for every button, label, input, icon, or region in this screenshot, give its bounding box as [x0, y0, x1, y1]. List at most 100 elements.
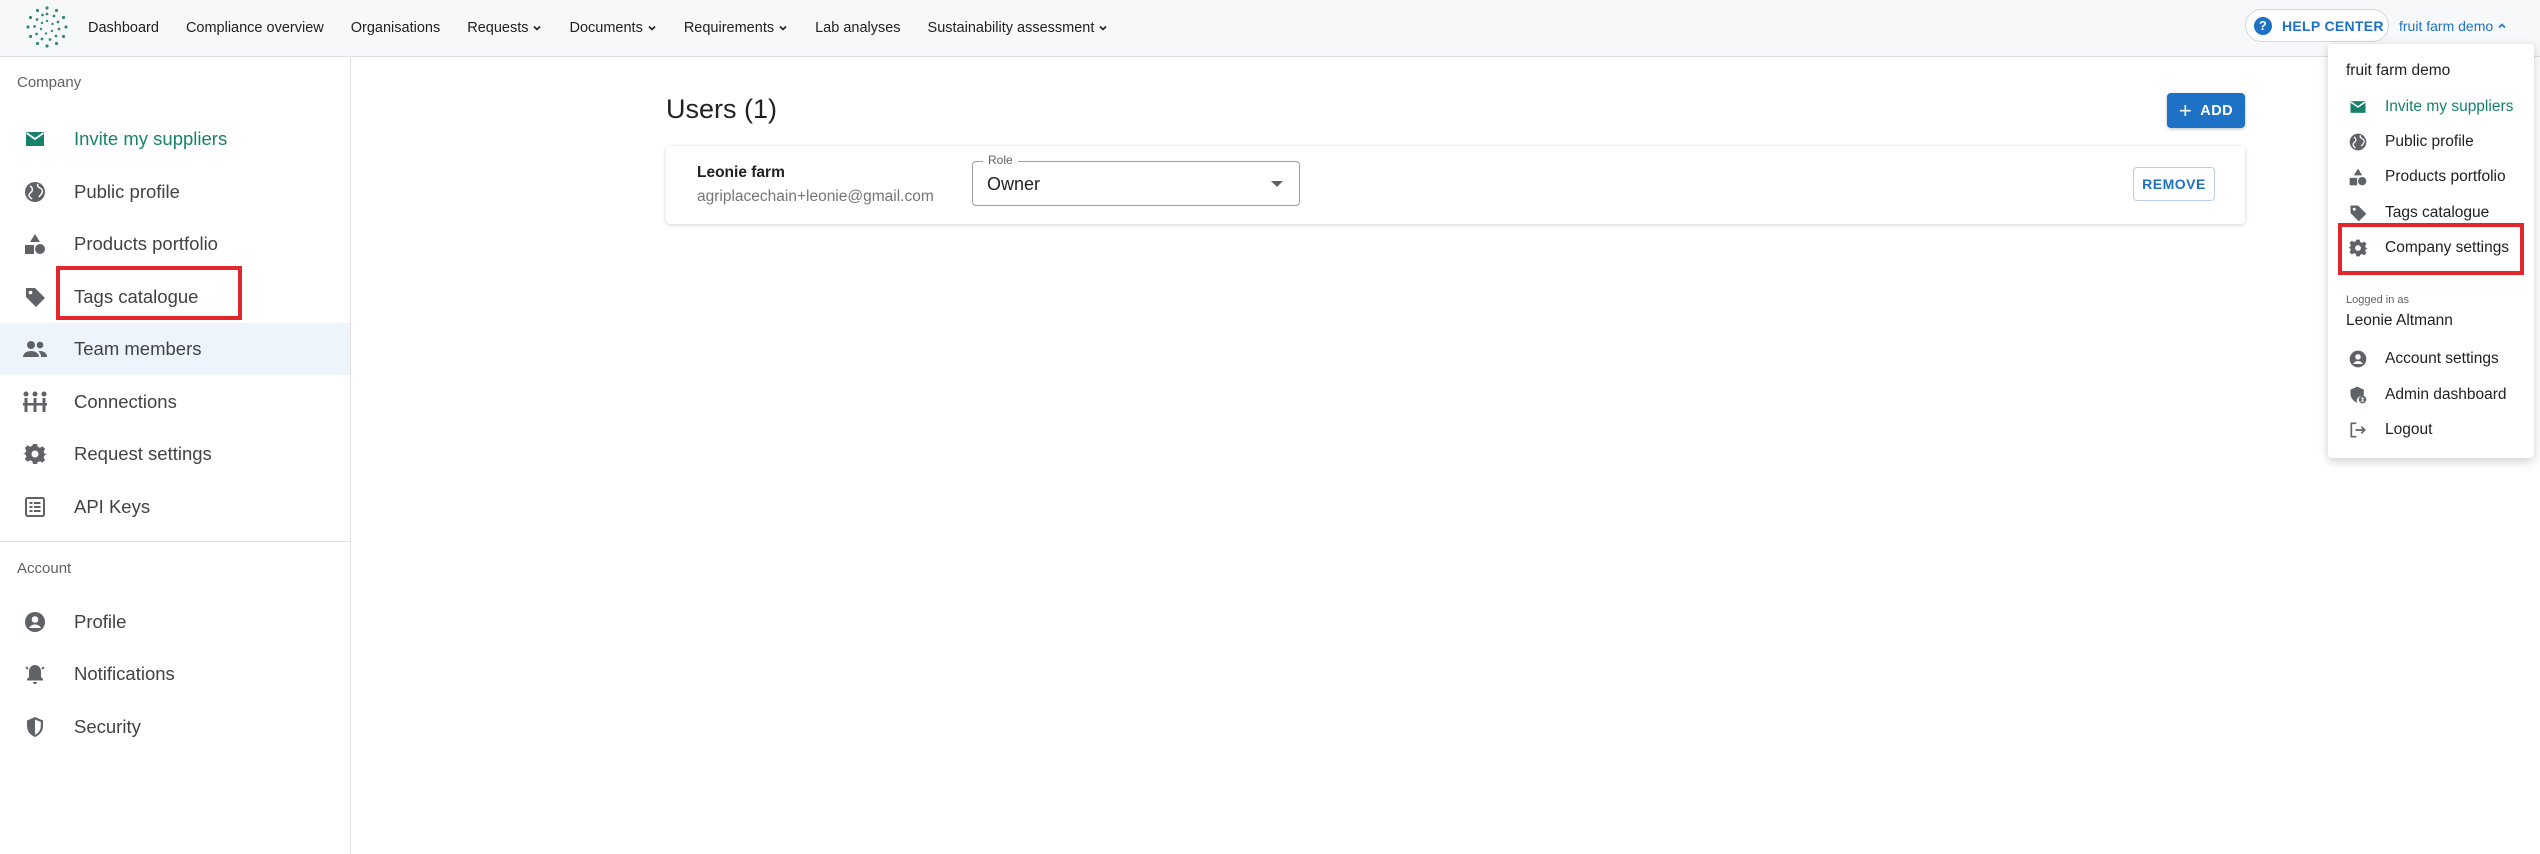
- help-center-label: HELP CENTER: [2282, 17, 2384, 34]
- account-circle-icon: [2347, 348, 2369, 370]
- sidebar-item-label: Security: [74, 716, 141, 737]
- caret-down-icon: [1271, 181, 1283, 187]
- role-select[interactable]: Role Owner: [972, 153, 1300, 206]
- sidebar-item-team-members[interactable]: Team members: [0, 323, 350, 375]
- chevron-down-icon: [779, 25, 787, 31]
- logged-in-as-label: Logged in as: [2346, 294, 2409, 306]
- sidebar-item-label: Products portfolio: [74, 233, 218, 254]
- account-menu-button[interactable]: fruit farm demo: [2399, 9, 2529, 42]
- main-nav: Dashboard Compliance overview Organisati…: [88, 0, 1135, 55]
- nav-dashboard[interactable]: Dashboard: [88, 20, 159, 36]
- nav-documents[interactable]: Documents: [569, 20, 656, 36]
- nav-lab-analyses[interactable]: Lab analyses: [815, 20, 900, 36]
- api-keys-icon: [22, 494, 48, 520]
- account-circle-icon: [22, 609, 48, 635]
- bell-icon: [22, 661, 48, 687]
- nav-label: Compliance overview: [185, 19, 324, 36]
- admin-icon: [2347, 384, 2369, 406]
- dropdown-company-name: fruit farm demo: [2346, 62, 2451, 79]
- nav-label: Dashboard: [88, 19, 159, 36]
- sidebar-item-security[interactable]: Security: [0, 701, 350, 753]
- dropdown-item-label: Invite my suppliers: [2385, 98, 2514, 115]
- sidebar-item-label: Profile: [74, 611, 127, 632]
- sidebar-item-label: API Keys: [74, 496, 151, 517]
- user-email: agriplacechain+leonie@gmail.com: [697, 188, 934, 205]
- sidebar-item-profile[interactable]: Profile: [0, 596, 350, 648]
- logged-in-username: Leonie Altmann: [2346, 312, 2453, 329]
- globe-icon: [2347, 131, 2369, 153]
- sidebar-item-label: Request settings: [74, 443, 212, 464]
- globe-icon: [22, 179, 48, 205]
- highlight-team-members: [56, 266, 242, 320]
- nav-requirements[interactable]: Requirements: [684, 20, 788, 36]
- sidebar-item-label: Team members: [74, 338, 202, 359]
- tag-icon: [2347, 202, 2369, 224]
- logout-icon: [2347, 419, 2369, 441]
- plus-icon: +: [2178, 97, 2193, 123]
- tag-icon: [22, 284, 48, 310]
- dropdown-item-account-settings[interactable]: Account settings: [2328, 342, 2534, 376]
- mail-icon: [22, 126, 48, 152]
- nav-label: Requests: [467, 19, 529, 36]
- highlight-company-settings: [2338, 223, 2524, 275]
- dropdown-item-label: Products portfolio: [2385, 168, 2506, 185]
- sidebar-item-products-portfolio[interactable]: Products portfolio: [0, 218, 350, 270]
- help-center-button[interactable]: ? HELP CENTER: [2245, 9, 2389, 42]
- connections-icon: [22, 389, 48, 415]
- nav-organisations[interactable]: Organisations: [351, 20, 440, 36]
- shield-icon: [22, 714, 48, 740]
- dropdown-item-label: Admin dashboard: [2385, 386, 2507, 403]
- remove-user-button[interactable]: REMOVE: [2133, 167, 2215, 201]
- settings-sidebar: Company Invite my suppliers Public profi…: [0, 57, 351, 854]
- sidebar-item-notifications[interactable]: Notifications: [0, 648, 350, 700]
- account-menu-label: fruit farm demo: [2399, 17, 2494, 34]
- sidebar-item-label: Notifications: [74, 663, 175, 684]
- role-select-label: Role: [983, 153, 1018, 167]
- sidebar-item-request-settings[interactable]: Request settings: [0, 428, 350, 480]
- sidebar-item-label: Invite my suppliers: [74, 128, 228, 149]
- page-title: Users (1): [666, 94, 778, 124]
- user-name: Leonie farm: [697, 164, 785, 181]
- shapes-icon: [2347, 166, 2369, 188]
- add-button-label: ADD: [2200, 102, 2234, 119]
- nav-label: Sustainability assessment: [927, 19, 1095, 36]
- people-icon: [22, 336, 48, 362]
- sidebar-item-api-keys[interactable]: API Keys: [0, 481, 350, 533]
- chevron-down-icon: [533, 25, 542, 31]
- dropdown-item-invite-suppliers[interactable]: Invite my suppliers: [2328, 90, 2534, 124]
- nav-compliance-overview[interactable]: Compliance overview: [186, 20, 324, 36]
- top-navbar: Dashboard Compliance overview Organisati…: [0, 0, 2540, 57]
- help-icon: ?: [2254, 16, 2272, 35]
- chevron-down-icon: [648, 25, 656, 31]
- nav-label: Requirements: [683, 19, 775, 36]
- sidebar-item-connections[interactable]: Connections: [0, 376, 350, 428]
- gear-icon: [22, 441, 48, 467]
- dropdown-item-logout[interactable]: Logout: [2328, 413, 2534, 447]
- add-user-button[interactable]: + ADD: [2167, 93, 2245, 128]
- dropdown-item-admin-dashboard[interactable]: Admin dashboard: [2328, 378, 2534, 412]
- sidebar-item-label: Connections: [74, 391, 177, 412]
- role-select-value: Owner: [987, 174, 1041, 194]
- chevron-up-icon: [2498, 22, 2506, 28]
- shapes-icon: [22, 231, 48, 257]
- dropdown-item-public-profile[interactable]: Public profile: [2328, 125, 2534, 159]
- dropdown-item-products-portfolio[interactable]: Products portfolio: [2328, 160, 2534, 194]
- dropdown-item-label: Public profile: [2385, 133, 2474, 150]
- dropdown-item-label: Logout: [2385, 421, 2433, 438]
- sidebar-item-label: Public profile: [74, 181, 180, 202]
- logo-icon[interactable]: [24, 4, 70, 50]
- nav-sustainability-assessment[interactable]: Sustainability assessment: [928, 20, 1109, 36]
- sidebar-section-account: Account: [17, 560, 72, 577]
- nav-label: Organisations: [350, 19, 441, 36]
- chevron-down-icon: [1099, 25, 1107, 31]
- nav-requests[interactable]: Requests: [467, 20, 542, 36]
- sidebar-item-public-profile[interactable]: Public profile: [0, 166, 350, 218]
- dropdown-item-label: Account settings: [2385, 350, 2499, 367]
- sidebar-item-invite-suppliers[interactable]: Invite my suppliers: [0, 113, 350, 165]
- dropdown-item-label: Tags catalogue: [2385, 204, 2490, 221]
- sidebar-section-company: Company: [17, 74, 82, 91]
- sidebar-divider: [0, 541, 350, 542]
- mail-icon: [2347, 96, 2369, 118]
- nav-label: Lab analyses: [815, 19, 901, 36]
- nav-label: Documents: [569, 19, 643, 36]
